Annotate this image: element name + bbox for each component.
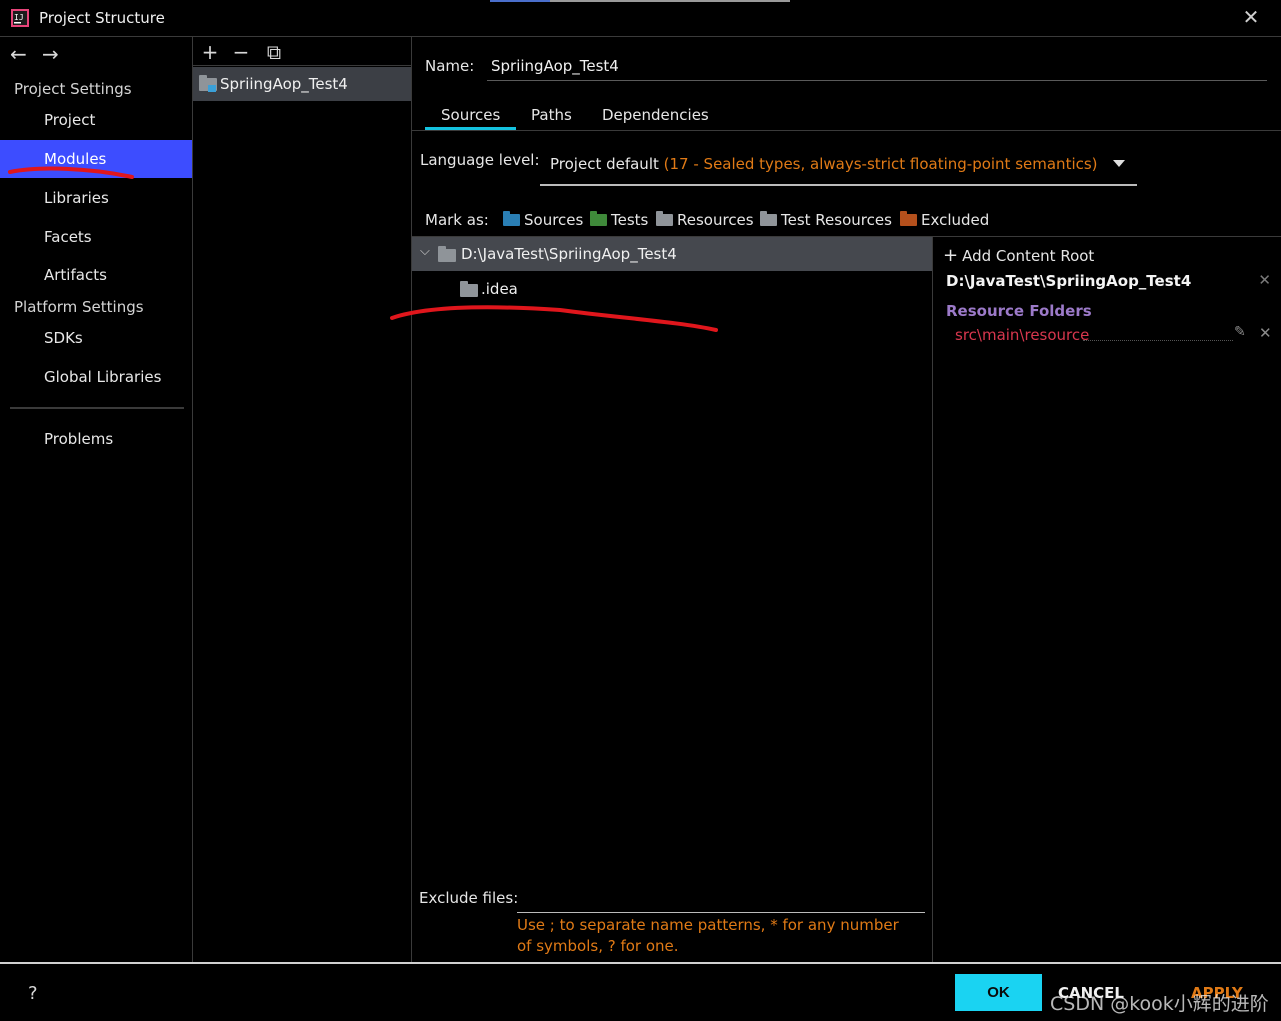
add-module-button[interactable]: + bbox=[199, 41, 221, 63]
folder-icon bbox=[460, 281, 478, 297]
tree-root-label: D:\JavaTest\SpriingAop_Test4 bbox=[461, 245, 677, 263]
language-level-label: Language level: bbox=[420, 151, 540, 169]
sidebar-item-problems[interactable]: Problems bbox=[0, 420, 192, 458]
mark-as-label-text: Resources bbox=[677, 211, 754, 229]
language-level-hint: (17 - Sealed types, always-strict floati… bbox=[663, 155, 1098, 173]
plus-icon: + bbox=[943, 245, 959, 266]
mark-as-tests-button[interactable]: Tests bbox=[590, 211, 648, 231]
sidebar-item-label: Libraries bbox=[44, 189, 109, 207]
resource-folder-item[interactable]: src\main\resource bbox=[955, 326, 1089, 344]
exclude-files-label: Exclude files: bbox=[419, 889, 519, 907]
footer-divider bbox=[0, 962, 1281, 964]
content-root-panel: + Add Content Root D:\JavaTest\SpriingAop… bbox=[933, 236, 1281, 963]
close-icon[interactable]: ✕ bbox=[1259, 324, 1272, 342]
tabs-divider bbox=[412, 130, 1281, 131]
mark-as-resources-button[interactable]: Resources bbox=[656, 211, 754, 231]
section-platform-settings: Platform Settings bbox=[14, 298, 144, 316]
mark-as-label-text: Sources bbox=[524, 211, 584, 229]
module-name: SpriingAop_Test4 bbox=[220, 75, 348, 93]
toolbar-divider bbox=[193, 65, 411, 66]
arrow-left-icon[interactable]: ← bbox=[10, 43, 34, 65]
remove-module-button[interactable]: − bbox=[230, 41, 252, 63]
sidebar-item-label: Global Libraries bbox=[44, 368, 162, 386]
title-bar: IJ Project Structure ✕ bbox=[0, 0, 1281, 37]
mark-as-excluded-button[interactable]: Excluded bbox=[900, 211, 989, 231]
resources-folder-icon bbox=[656, 211, 673, 226]
module-folder-icon bbox=[199, 75, 217, 92]
excluded-folder-icon bbox=[900, 211, 917, 226]
folder-icon bbox=[438, 246, 456, 262]
tree-child-label: .idea bbox=[481, 280, 518, 298]
resource-folder-leader bbox=[1083, 339, 1233, 341]
tab-dependencies[interactable]: Dependencies bbox=[602, 106, 709, 130]
resource-folders-title: Resource Folders bbox=[946, 302, 1092, 320]
chevron-down-icon: ⌵ bbox=[420, 244, 430, 259]
tree-child-node[interactable]: .idea bbox=[412, 272, 932, 306]
source-tree: ⌵ D:\JavaTest\SpriingAop_Test4 .idea bbox=[412, 236, 933, 963]
watermark: CSDN @kook小辉的进阶 bbox=[1050, 993, 1269, 1015]
settings-sidebar: ← → Project Settings Project Modules Lib… bbox=[0, 37, 193, 962]
intellij-logo-icon: IJ bbox=[11, 9, 29, 27]
sidebar-item-label: Modules bbox=[44, 150, 107, 168]
sidebar-item-facets[interactable]: Facets bbox=[0, 218, 192, 256]
mark-as-label-text: Tests bbox=[611, 211, 649, 229]
copy-module-button[interactable]: ⧉ bbox=[263, 41, 285, 63]
remove-content-root-icon[interactable]: ✕ bbox=[1258, 271, 1271, 289]
window-title: Project Structure bbox=[39, 9, 165, 27]
module-name-field[interactable]: SpriingAop_Test4 bbox=[491, 57, 619, 75]
svg-text:IJ: IJ bbox=[14, 13, 24, 22]
language-level-value: Project default bbox=[550, 155, 659, 173]
close-icon[interactable]: ✕ bbox=[1240, 6, 1262, 28]
sidebar-item-label: Problems bbox=[44, 430, 114, 448]
modules-panel: + − ⧉ SpriingAop_Test4 bbox=[193, 37, 412, 962]
module-list-item[interactable]: SpriingAop_Test4 bbox=[193, 67, 411, 101]
tests-folder-icon bbox=[590, 211, 607, 226]
sidebar-item-label: SDKs bbox=[44, 329, 83, 347]
name-label: Name: bbox=[425, 57, 475, 75]
content-root-path: D:\JavaTest\SpriingAop_Test4 bbox=[946, 272, 1192, 290]
sidebar-item-label: Artifacts bbox=[44, 266, 107, 284]
tree-root-node[interactable]: ⌵ D:\JavaTest\SpriingAop_Test4 bbox=[412, 237, 932, 271]
section-project-settings: Project Settings bbox=[14, 80, 132, 98]
sidebar-item-artifacts[interactable]: Artifacts bbox=[0, 256, 192, 294]
sources-folder-icon bbox=[503, 211, 520, 226]
test-resources-folder-icon bbox=[760, 211, 777, 226]
sidebar-item-libraries[interactable]: Libraries bbox=[0, 179, 192, 217]
tab-paths[interactable]: Paths bbox=[531, 106, 572, 130]
mark-as-test-resources-button[interactable]: Test Resources bbox=[760, 211, 892, 231]
pencil-icon[interactable]: ✎ bbox=[1234, 324, 1246, 340]
exclude-files-hint: Use ; to separate name patterns, * for a… bbox=[517, 916, 899, 955]
sidebar-item-label: Project bbox=[44, 111, 96, 129]
sidebar-item-project[interactable]: Project bbox=[0, 101, 192, 139]
sidebar-item-label: Facets bbox=[44, 228, 92, 246]
mark-as-label-text: Test Resources bbox=[781, 211, 892, 229]
exclude-files-input[interactable] bbox=[517, 884, 925, 913]
add-content-root-label: Add Content Root bbox=[962, 247, 1095, 265]
help-button[interactable]: ? bbox=[28, 983, 38, 1004]
sidebar-item-sdks[interactable]: SDKs bbox=[0, 319, 192, 357]
mark-as-label: Mark as: bbox=[425, 211, 489, 229]
name-field-underline bbox=[487, 80, 1267, 81]
arrow-right-icon[interactable]: → bbox=[42, 43, 66, 65]
ok-button[interactable]: OK bbox=[955, 974, 1042, 1011]
mark-as-sources-button[interactable]: Sources bbox=[503, 211, 583, 231]
sidebar-item-modules[interactable]: Modules bbox=[0, 140, 192, 178]
language-level-select[interactable]: Project default (17 - Sealed types, alwa… bbox=[540, 150, 1137, 186]
sidebar-item-global-libraries[interactable]: Global Libraries bbox=[0, 358, 192, 396]
add-content-root-button[interactable]: + Add Content Root bbox=[943, 245, 1094, 266]
mark-as-label-text: Excluded bbox=[921, 211, 990, 229]
chevron-down-icon bbox=[1113, 160, 1125, 167]
sidebar-divider bbox=[10, 407, 184, 409]
